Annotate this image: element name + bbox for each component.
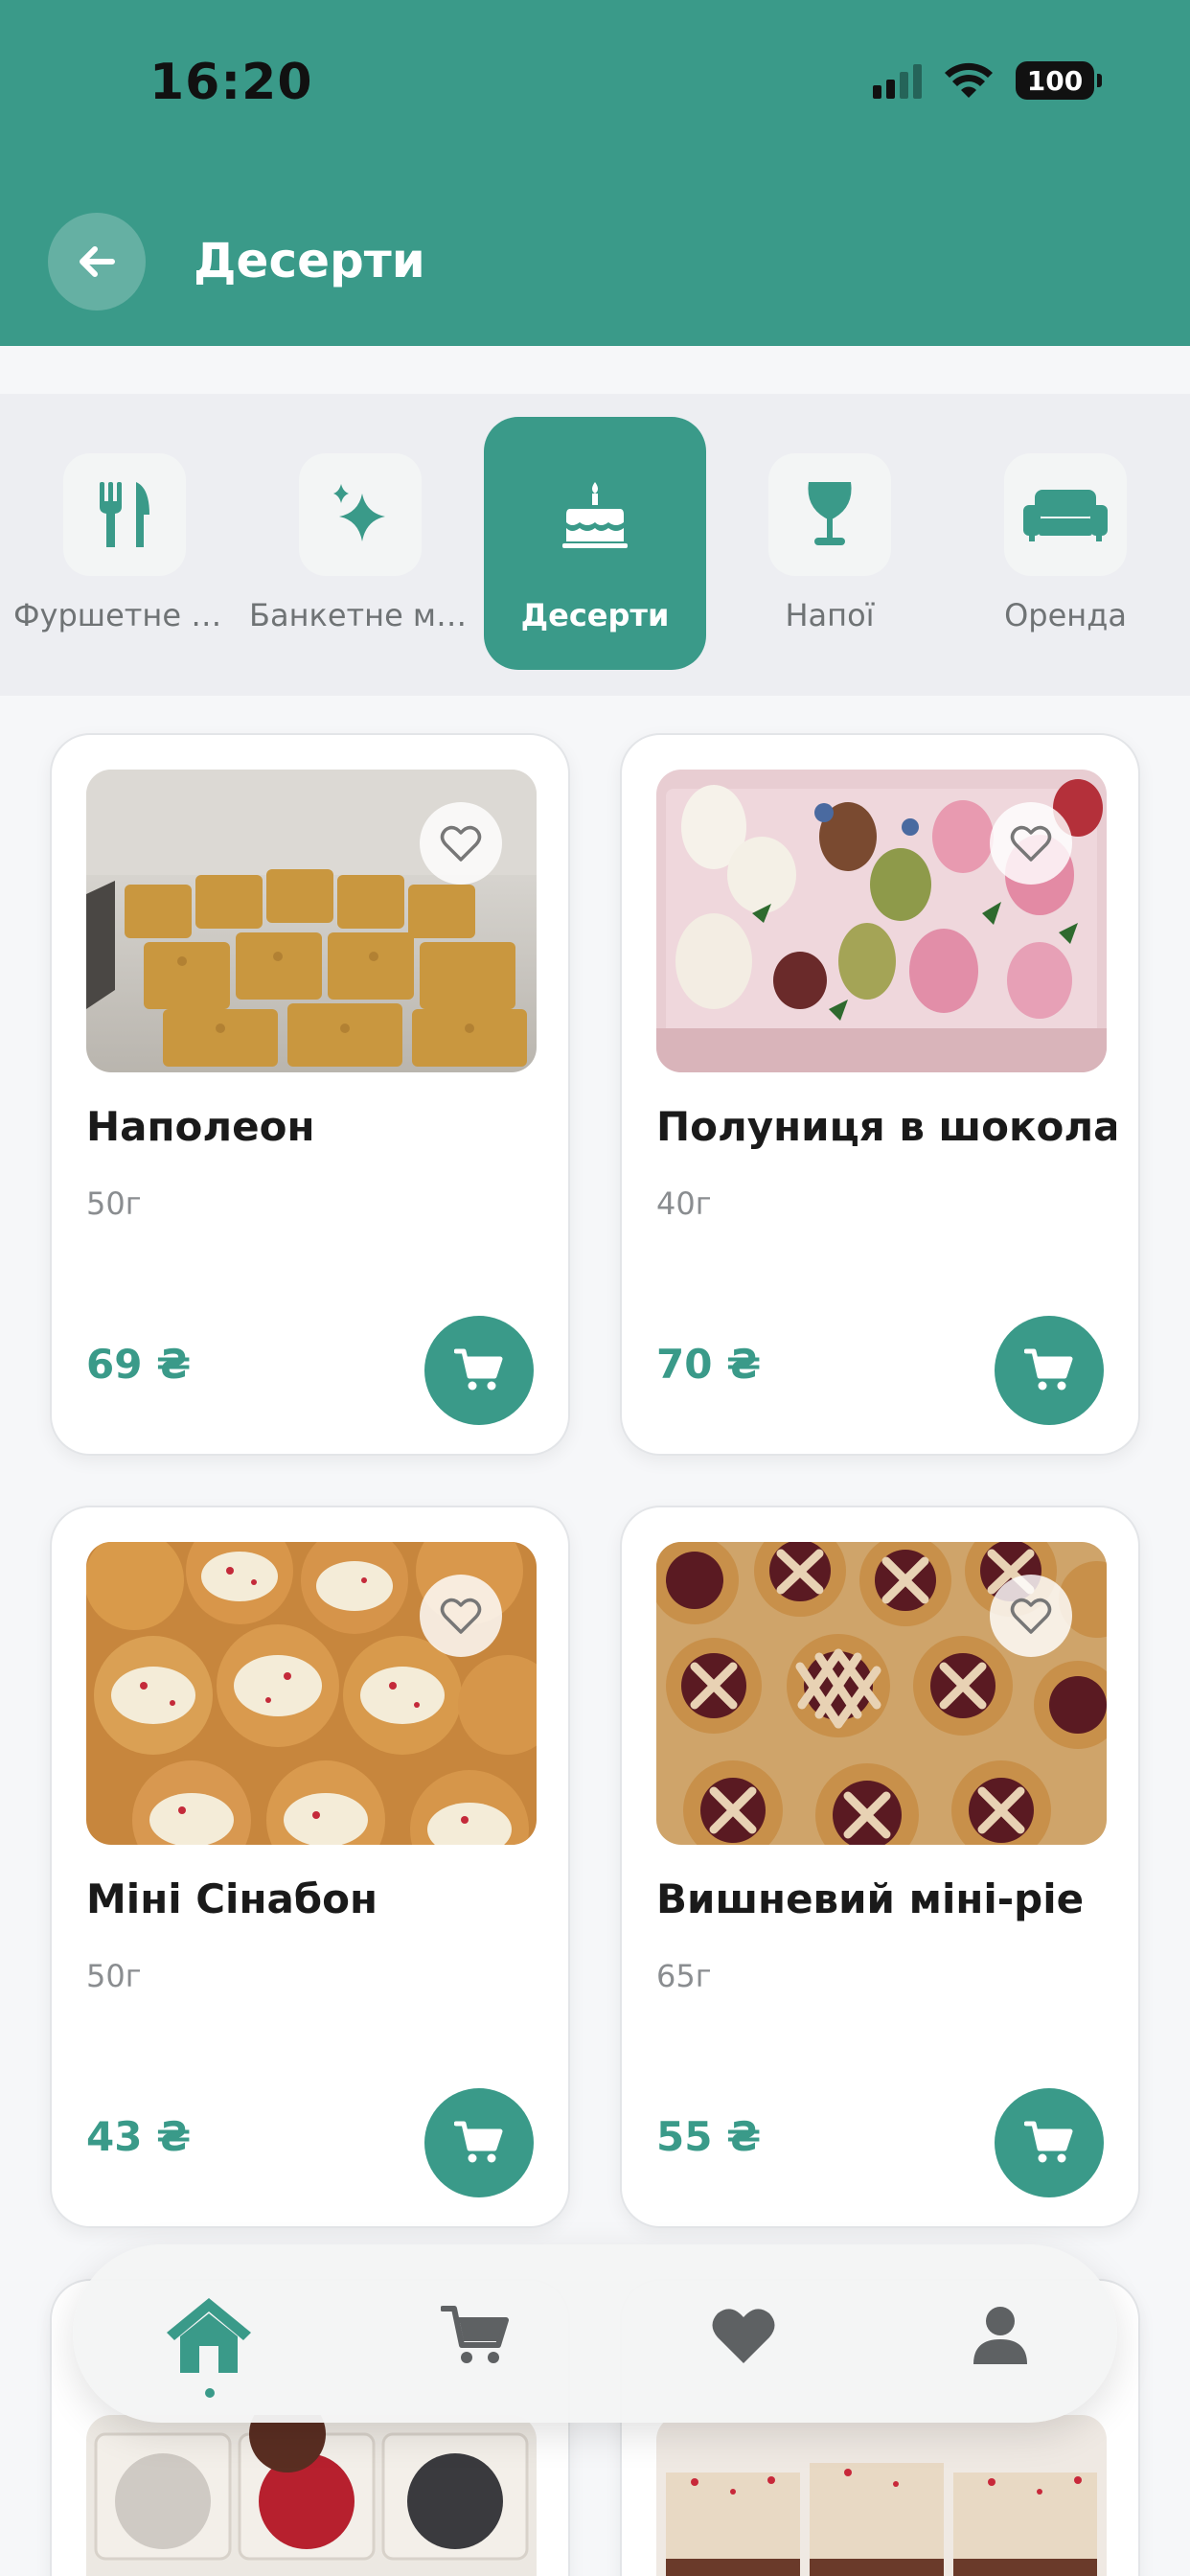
category-icon-box: [63, 453, 186, 576]
status-time: 16:20: [149, 54, 313, 111]
status-icons: 100: [873, 61, 1102, 100]
product-name: Полуниця в шоколаді: [656, 1103, 1116, 1150]
bottom-tab-bar: [73, 2244, 1117, 2423]
category-icon-box: [299, 453, 422, 576]
product-name: Наполеон: [86, 1103, 315, 1150]
category-drinks[interactable]: Напої: [719, 417, 941, 670]
favorite-button[interactable]: [990, 802, 1072, 885]
product-price: 69 ₴: [86, 1341, 192, 1388]
category-icon-box: [768, 453, 891, 576]
home-icon: [167, 2298, 251, 2373]
arrow-left-icon: [80, 246, 115, 277]
product-image: [86, 770, 537, 1072]
product-card[interactable]: Полуниця в шоколаді 40г 70 ₴: [620, 733, 1140, 1456]
add-to-cart-button[interactable]: [995, 1316, 1104, 1425]
screen: 16:20 100 Десерти Фуршетне ме Банкетне м…: [0, 0, 1190, 2576]
product-weight: 50г: [86, 1958, 142, 1994]
category-desserts[interactable]: Десерти: [484, 417, 706, 670]
product-image: [656, 770, 1107, 1072]
product-weight: 40г: [656, 1185, 712, 1222]
tab-home[interactable]: [156, 2283, 262, 2398]
page-title: Десерти: [194, 233, 425, 288]
wine-glass-icon: [808, 482, 852, 545]
back-button[interactable]: [48, 213, 146, 310]
cake-icon: [562, 482, 628, 548]
app-header: 16:20 100 Десерти: [0, 0, 1190, 346]
category-icon-box: [1004, 453, 1127, 576]
product-card[interactable]: Вишневий міні-pie 65г 55 ₴: [620, 1506, 1140, 2228]
active-tab-indicator: [205, 2388, 215, 2398]
category-bar: Фуршетне меню Банкетне меню: [0, 394, 1190, 696]
add-to-cart-button[interactable]: [995, 2088, 1104, 2197]
sofa-icon: [1023, 490, 1108, 541]
category-label: Десерти: [520, 597, 670, 633]
category-buffet-menu[interactable]: Фуршетне меню: [13, 417, 236, 670]
add-to-cart-button[interactable]: [424, 2088, 534, 2197]
category-icon-box: [534, 453, 656, 576]
tab-profile[interactable]: [948, 2283, 1053, 2388]
cart-icon: [1024, 2121, 1073, 2163]
favorite-button[interactable]: [990, 1575, 1072, 1657]
category-rental[interactable]: Оренда: [954, 417, 1177, 670]
cart-icon: [454, 2121, 503, 2163]
product-name: Вишневий міні-pie: [656, 1875, 1085, 1922]
heart-outline-icon: [1010, 825, 1052, 862]
category-label: Банкетне меню: [249, 597, 471, 633]
cellular-signal-icon: [873, 62, 922, 99]
product-weight: 50г: [86, 1185, 142, 1222]
favorite-button[interactable]: [420, 802, 502, 885]
fork-knife-icon: [100, 482, 149, 547]
cart-icon: [441, 2306, 509, 2363]
add-to-cart-button[interactable]: [424, 1316, 534, 1425]
cart-icon: [1024, 1348, 1073, 1391]
sparkles-icon: [333, 484, 385, 541]
product-card[interactable]: Міні Сінабон 50г 43 ₴: [50, 1506, 570, 2228]
category-label: Фуршетне меню: [13, 597, 236, 633]
category-banquet-menu[interactable]: Банкетне меню: [249, 417, 471, 670]
product-image: [86, 1542, 537, 1845]
heart-outline-icon: [1010, 1598, 1052, 1634]
product-card[interactable]: Наполеон 50г 69 ₴: [50, 733, 570, 1456]
category-label: Напої: [785, 597, 875, 633]
product-name: Міні Сінабон: [86, 1875, 378, 1922]
favorite-button[interactable]: [420, 1575, 502, 1657]
product-image: [86, 2415, 537, 2576]
tab-cart[interactable]: [423, 2283, 529, 2388]
heart-outline-icon: [440, 1598, 482, 1634]
product-price: 43 ₴: [86, 2113, 192, 2160]
cart-icon: [454, 1348, 503, 1391]
category-label: Оренда: [1004, 597, 1127, 633]
product-weight: 65г: [656, 1958, 712, 1994]
battery-icon: 100: [1016, 61, 1102, 100]
heart-outline-icon: [440, 825, 482, 862]
product-price: 70 ₴: [656, 1341, 762, 1388]
product-image: [656, 1542, 1107, 1845]
wifi-icon: [945, 62, 993, 98]
tab-favorites[interactable]: [691, 2283, 796, 2388]
product-image: [656, 2415, 1107, 2576]
heart-icon: [712, 2309, 775, 2363]
profile-icon: [973, 2307, 1027, 2364]
product-price: 55 ₴: [656, 2113, 762, 2160]
